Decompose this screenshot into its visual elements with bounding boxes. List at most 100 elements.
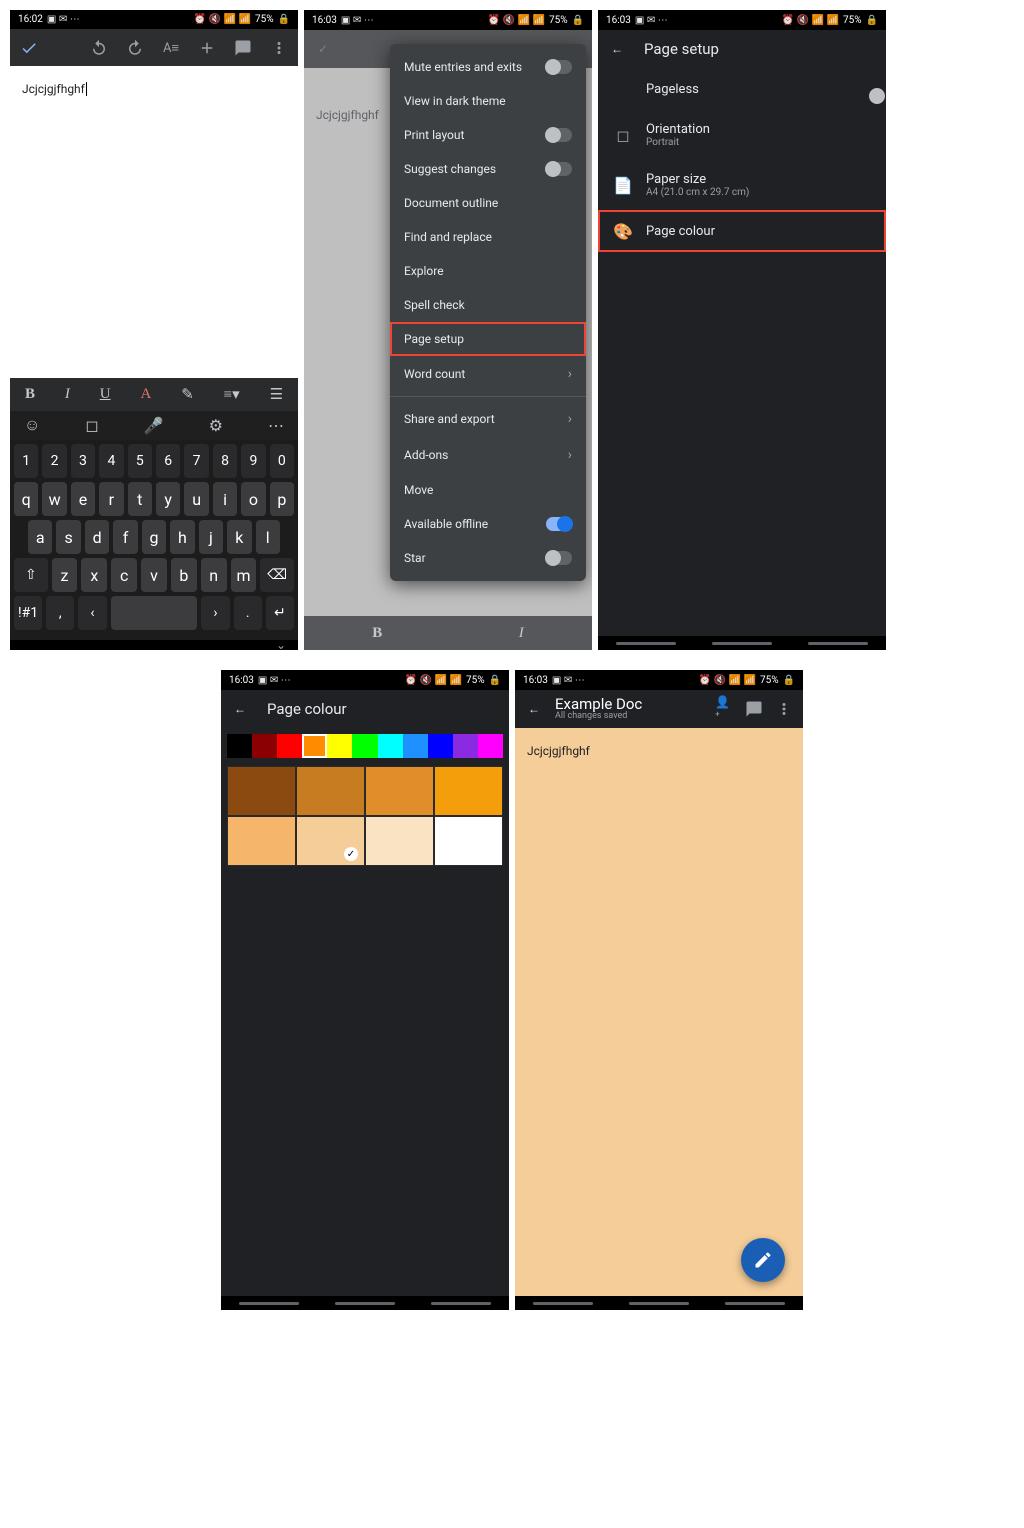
key-7[interactable]: 7 [184,444,208,478]
base-colour-swatch[interactable] [453,734,478,758]
menu-item-word-count[interactable]: Word count› [390,356,586,392]
sticker-icon[interactable]: ◻ [85,416,98,435]
menu-item-available-offline[interactable]: Available offline [390,507,586,541]
key-o[interactable]: o [241,482,265,516]
comment-icon[interactable] [745,700,763,718]
shade-swatch[interactable] [227,766,296,816]
base-colour-swatch[interactable] [302,734,327,758]
shade-swatch[interactable] [296,816,365,866]
right-arrow-key[interactable]: › [201,596,229,630]
paper-size-row[interactable]: 📄 Paper size A4 (21.0 cm x 29.7 cm) [598,160,886,210]
key-b[interactable]: b [171,558,197,592]
toggle[interactable] [546,551,572,565]
key-a[interactable]: a [28,520,52,554]
key-9[interactable]: 9 [241,444,265,478]
base-colour-swatch[interactable] [378,734,403,758]
key-x[interactable]: x [81,558,107,592]
key-d[interactable]: d [85,520,109,554]
key-4[interactable]: 4 [99,444,123,478]
emoji-icon[interactable]: ☺ [24,415,40,435]
key-2[interactable]: 2 [42,444,66,478]
shade-swatch[interactable] [434,766,503,816]
menu-item-document-outline[interactable]: Document outline [390,186,586,220]
toggle[interactable] [546,162,572,176]
key-3[interactable]: 3 [71,444,95,478]
edit-fab[interactable] [741,1238,785,1282]
toggle[interactable] [546,517,572,531]
page-colour-row[interactable]: 🎨 Page colour [598,210,886,252]
menu-item-suggest-changes[interactable]: Suggest changes [390,152,586,186]
text-color-button[interactable]: A [140,386,151,403]
shade-swatch[interactable] [365,816,434,866]
key-u[interactable]: u [184,482,208,516]
menu-item-page-setup[interactable]: Page setup [390,322,586,356]
underline-button[interactable]: U [100,386,111,403]
symbols-key[interactable]: !#1 [14,596,42,630]
share-icon[interactable]: 👤⁺ [715,700,733,718]
document-canvas-result[interactable]: Jcjcjgjfhghf [515,728,803,1296]
menu-item-share-and-export[interactable]: Share and export› [390,401,586,437]
base-colour-swatch[interactable] [277,734,302,758]
key-r[interactable]: r [99,482,123,516]
key-f[interactable]: f [113,520,137,554]
toggle[interactable] [546,60,572,74]
key-j[interactable]: j [199,520,223,554]
menu-item-star[interactable]: Star [390,541,586,575]
left-arrow-key[interactable]: ‹ [78,596,106,630]
key-h[interactable]: h [170,520,194,554]
key-t[interactable]: t [128,482,152,516]
pageless-row[interactable]: · Pageless [598,68,886,110]
redo-icon[interactable] [126,39,144,57]
key-v[interactable]: v [141,558,167,592]
keyboard-collapse-icon[interactable]: ⌄ [276,638,286,650]
back-arrow-icon[interactable]: ← [231,700,249,718]
key-0[interactable]: 0 [270,444,294,478]
done-check-icon[interactable] [20,39,38,57]
key-5[interactable]: 5 [128,444,152,478]
menu-item-explore[interactable]: Explore [390,254,586,288]
base-colour-swatch[interactable] [403,734,428,758]
comment-icon[interactable] [234,39,252,57]
menu-item-spell-check[interactable]: Spell check [390,288,586,322]
italic-button[interactable]: I [65,386,70,403]
undo-icon[interactable] [90,39,108,57]
key-s[interactable]: s [56,520,80,554]
back-arrow-icon[interactable]: ← [608,40,626,58]
space-key[interactable] [111,596,198,630]
overflow-menu-icon[interactable] [775,700,793,718]
bold-button[interactable]: B [25,386,35,403]
orientation-row[interactable]: ◻ Orientation Portrait [598,110,886,160]
back-arrow-icon[interactable]: ← [525,700,543,718]
shift-key[interactable]: ⇧ [14,558,48,592]
shade-swatch[interactable] [296,766,365,816]
key-c[interactable]: c [111,558,137,592]
menu-item-add-ons[interactable]: Add-ons› [390,437,586,473]
key-k[interactable]: k [227,520,251,554]
period-key[interactable]: . [234,596,262,630]
list-button[interactable]: ☰ [270,385,283,404]
overflow-menu-icon[interactable] [270,39,288,57]
insert-icon[interactable] [198,39,216,57]
settings-icon[interactable]: ⚙ [209,416,223,435]
key-6[interactable]: 6 [156,444,180,478]
menu-item-find-and-replace[interactable]: Find and replace [390,220,586,254]
base-colour-swatch[interactable] [252,734,277,758]
key-e[interactable]: e [71,482,95,516]
align-button[interactable]: ≡▾ [224,385,240,404]
menu-item-print-layout[interactable]: Print layout [390,118,586,152]
base-colour-swatch[interactable] [327,734,352,758]
key-m[interactable]: m [231,558,257,592]
backspace-key[interactable]: ⌫ [260,558,294,592]
text-format-icon[interactable]: A≡ [162,39,180,57]
key-p[interactable]: p [270,482,294,516]
key-i[interactable]: i [213,482,237,516]
key-l[interactable]: l [256,520,280,554]
shade-swatch[interactable] [365,766,434,816]
base-colour-swatch[interactable] [352,734,377,758]
key-w[interactable]: w [42,482,66,516]
more-icon[interactable]: ⋯ [268,416,284,435]
key-g[interactable]: g [142,520,166,554]
toggle[interactable] [546,128,572,142]
menu-item-mute-entries-and-exits[interactable]: Mute entries and exits [390,50,586,84]
shade-swatch[interactable] [227,816,296,866]
